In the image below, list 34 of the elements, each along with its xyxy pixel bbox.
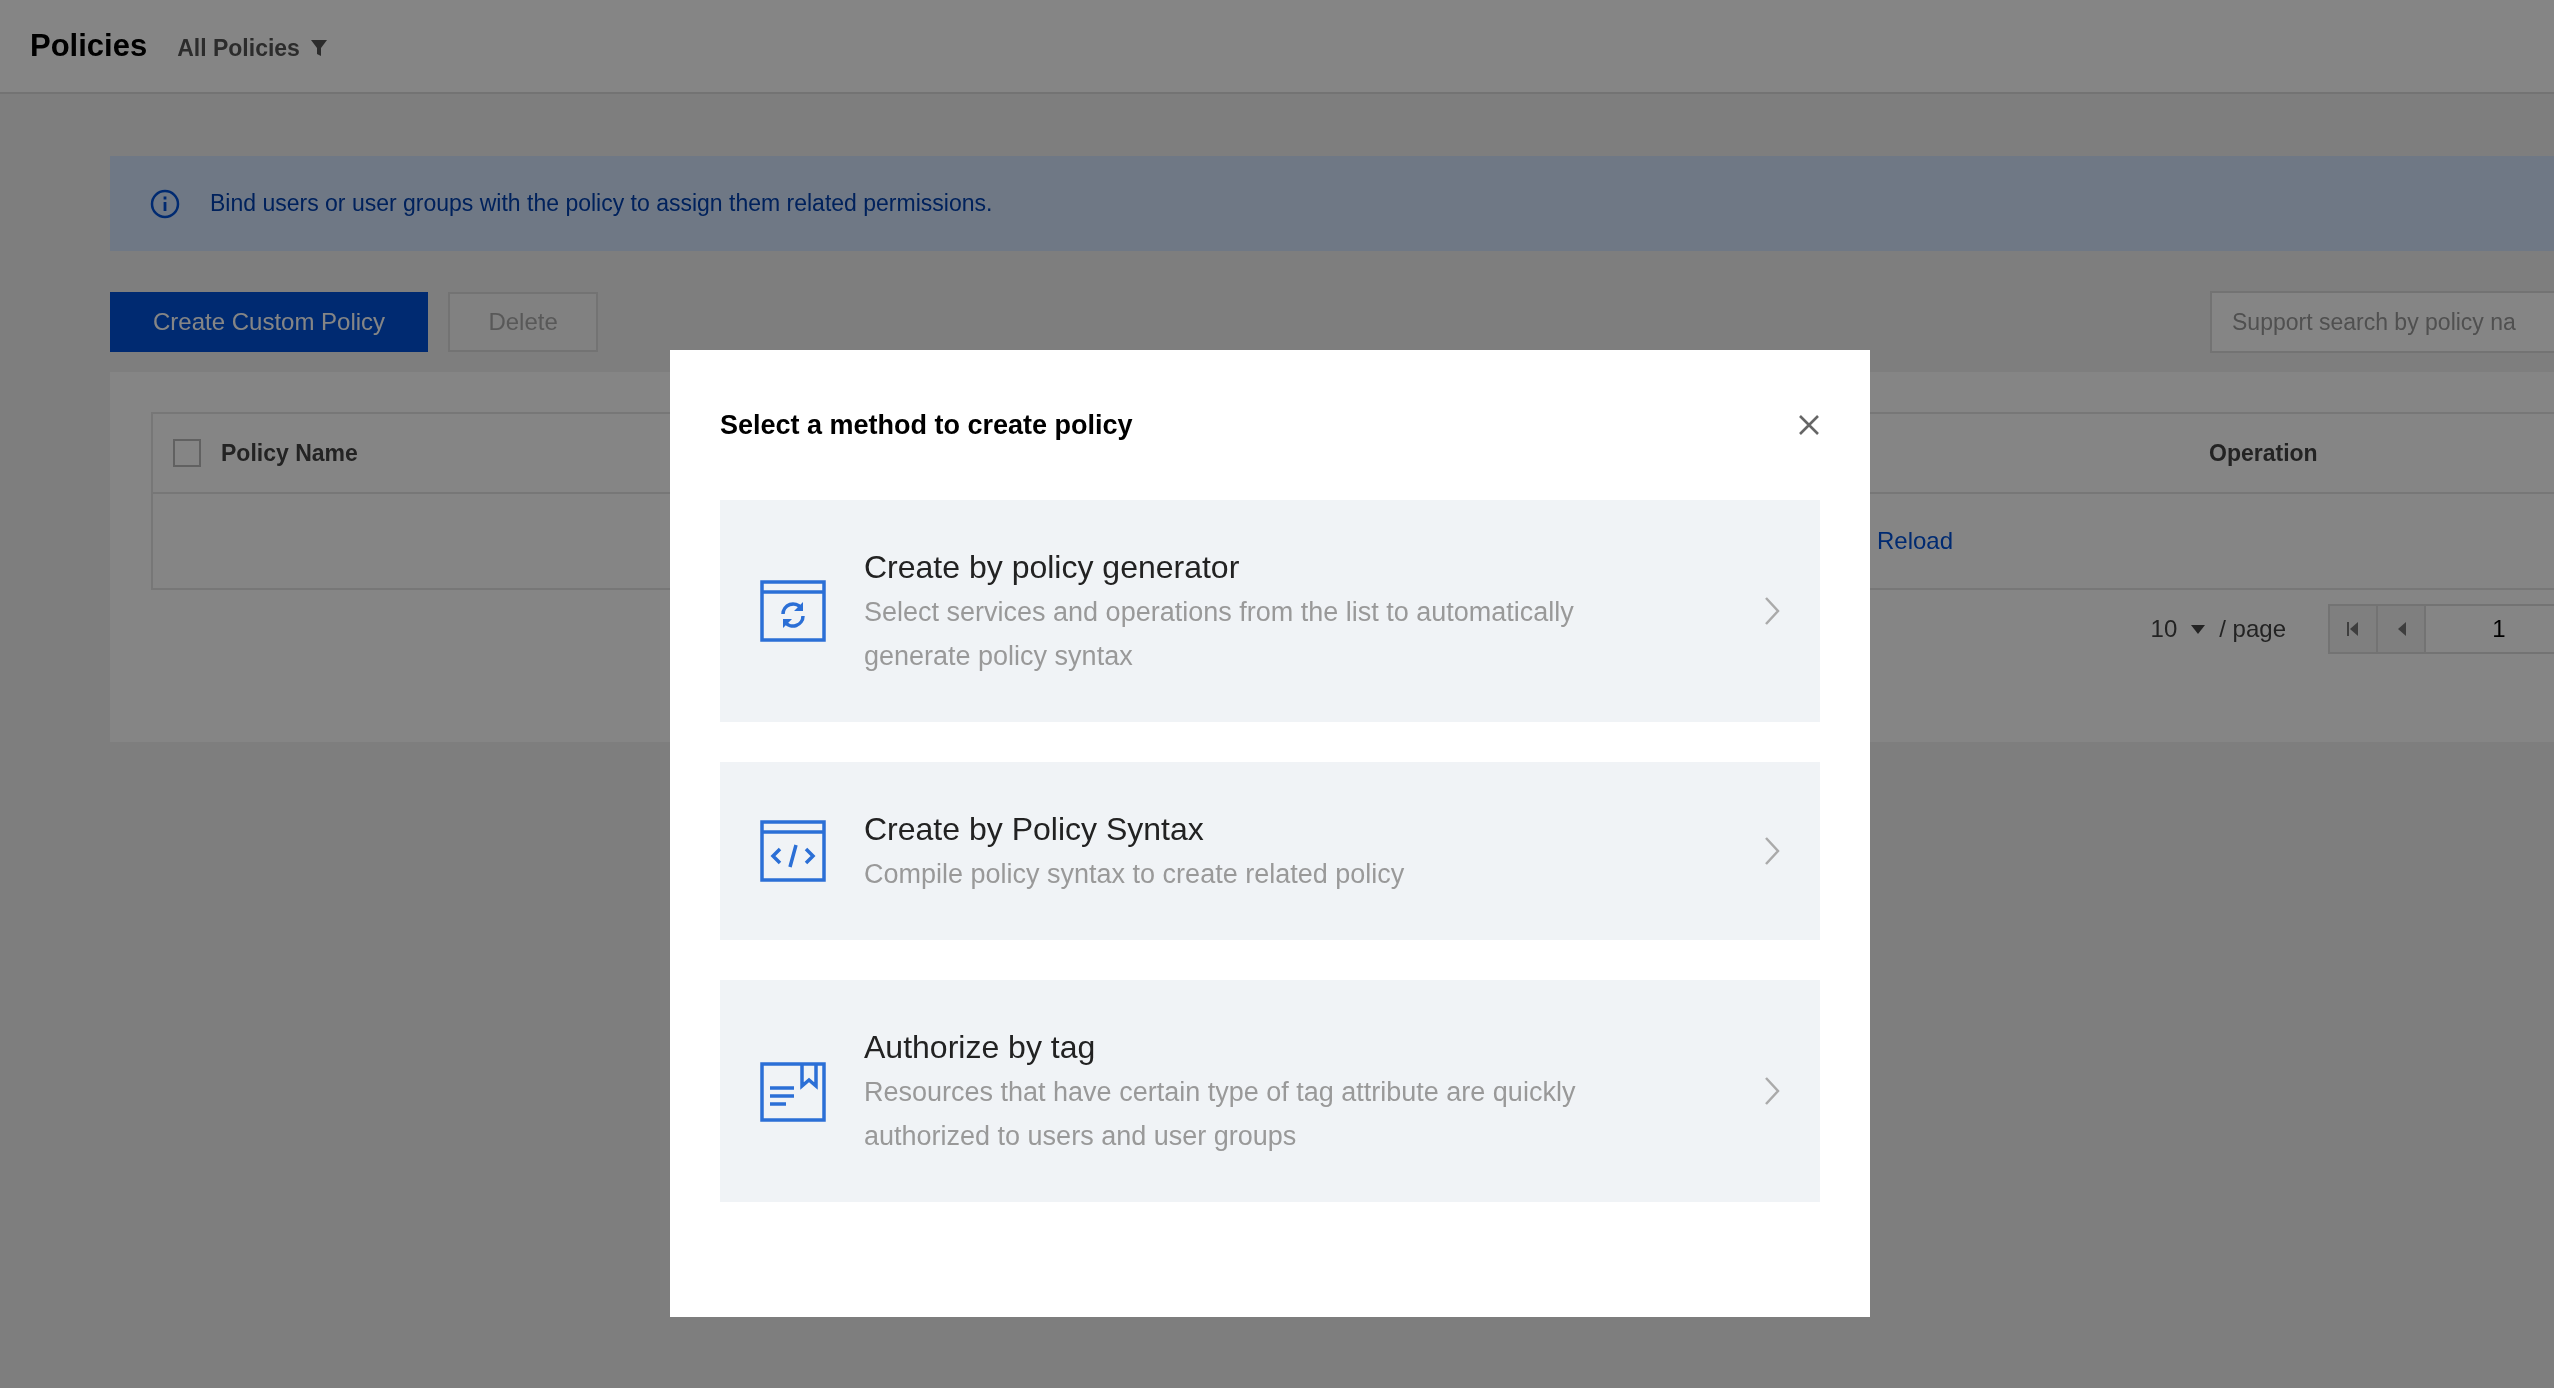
page-size-dropdown[interactable]: 10: [2150, 615, 2206, 643]
first-page-icon: [2347, 622, 2359, 636]
page-size-label: / page: [2219, 615, 2286, 643]
dialog-title: Select a method to create policy: [720, 409, 1133, 441]
option-description: Compile policy syntax to create related policy: [864, 858, 1406, 891]
info-message: Bind users or user groups with the policy to assign them related permissions.: [210, 190, 993, 217]
close-button[interactable]: [1798, 414, 1820, 436]
close-icon: [1798, 414, 1820, 436]
page-title: Policies: [30, 28, 148, 64]
refresh-window-icon: [760, 578, 826, 644]
filter-dropdown[interactable]: All Policies: [177, 34, 328, 62]
first-page-button[interactable]: [2328, 604, 2378, 654]
option-title: Create by Policy Syntax: [864, 810, 1205, 849]
option-title: Create by policy generator: [864, 548, 1241, 587]
previous-page-button[interactable]: [2376, 604, 2426, 654]
create-button[interactable]: Create Custom Policy: [110, 292, 429, 352]
chevron-right-icon: [1764, 836, 1780, 866]
option-description: Resources that have certain type of tag attribute are quickly authorized to users and user groups: [864, 1076, 1577, 1153]
info-icon: [150, 188, 180, 219]
previous-page-icon: [2396, 622, 2406, 636]
code-window-icon: [760, 818, 826, 884]
method-option[interactable]: Create by Policy Syntax Compile policy syntax to create related policy: [720, 762, 1820, 940]
chevron-right-icon: [1764, 1076, 1780, 1106]
caret-icon: [2191, 624, 2206, 634]
column-header: Policy Name: [221, 439, 358, 467]
filter-icon: [309, 38, 328, 58]
column-header: Operation: [2209, 439, 2318, 467]
select-all-checkbox[interactable]: [173, 439, 201, 467]
option-description: Select services and operations from the list to automatically generate policy syntax: [864, 596, 1575, 673]
option-title: Authorize by tag: [864, 1028, 1097, 1067]
method-option[interactable]: Create by policy generator Select services and operations from the list to automatically generate policy syntax: [720, 500, 1820, 722]
chevron-right-icon: [1764, 596, 1780, 626]
page-number-field[interactable]: 1: [2424, 604, 2554, 654]
method-option[interactable]: Authorize by tag Resources that have certain type of tag attribute are quickly authorized to users and user groups: [720, 980, 1820, 1202]
